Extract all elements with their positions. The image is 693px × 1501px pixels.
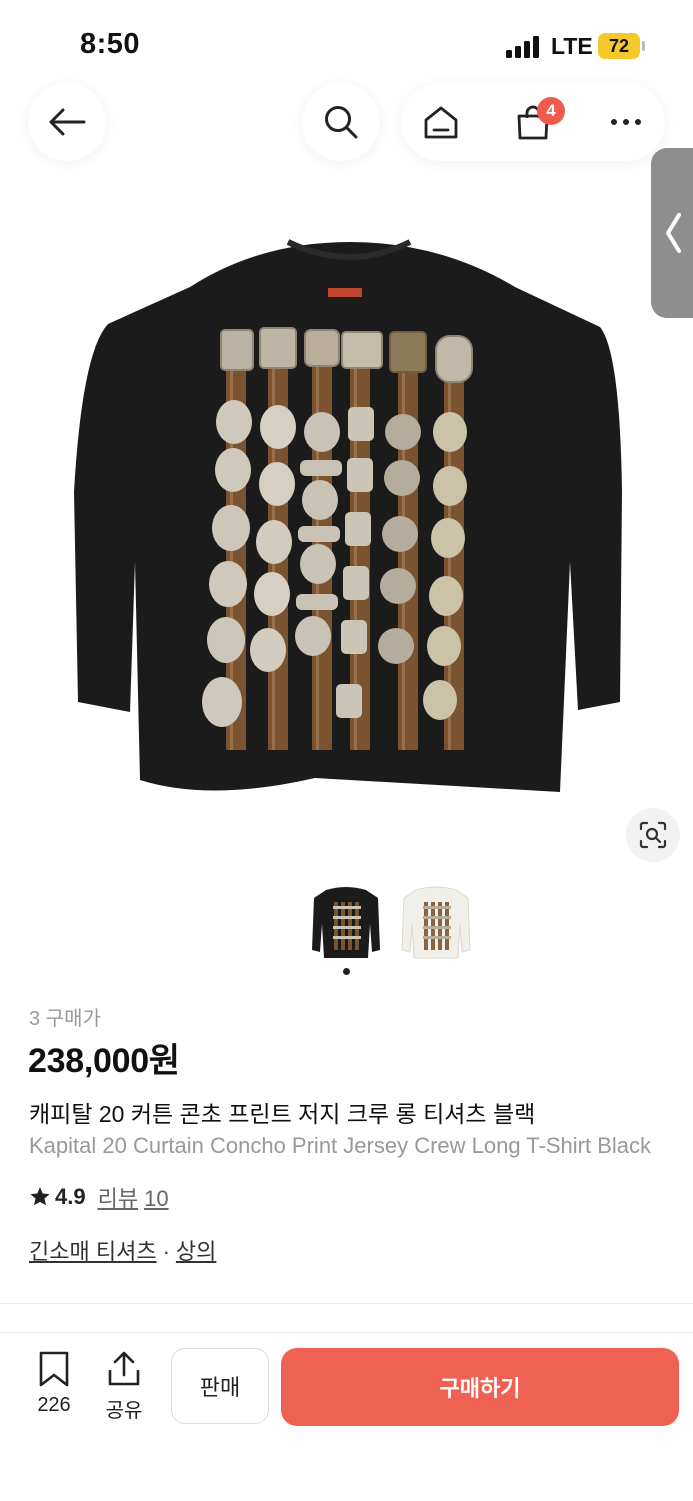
side-panel-tab[interactable] xyxy=(651,148,693,318)
cart-button[interactable] xyxy=(494,83,572,161)
more-horizontal-icon xyxy=(611,119,641,125)
thumbnail-black[interactable] xyxy=(310,884,382,960)
category-breadcrumb: 긴소매 티셔츠 · 상의 xyxy=(29,1234,216,1266)
thumbnail-white[interactable] xyxy=(400,884,472,960)
rating-value: 4.9 xyxy=(55,1184,86,1209)
review-count: 10 xyxy=(144,1186,169,1211)
chevron-left-icon xyxy=(666,213,681,253)
share-label: 공유 xyxy=(105,1400,143,1422)
visual-search-button[interactable] xyxy=(626,808,680,862)
status-bar: 8:50 LTE 72 xyxy=(0,0,693,90)
search-icon xyxy=(325,106,358,139)
product-title-korean: 캐피탈 20 커튼 콘초 프린트 저지 크루 롱 티셔츠 블랙 xyxy=(29,1101,536,1127)
product-image[interactable] xyxy=(60,232,640,822)
review-label: 리뷰 xyxy=(97,1186,139,1211)
more-button[interactable] xyxy=(587,83,665,161)
header-actions: 4 xyxy=(401,83,665,161)
home-icon xyxy=(424,106,458,139)
battery-icon xyxy=(642,41,645,51)
product-price: 238,000원 xyxy=(28,1042,180,1080)
bookmark-count: 226 xyxy=(37,1394,71,1416)
buyer-count: 3 구매가 xyxy=(29,1008,101,1030)
arrow-left-icon xyxy=(49,108,86,136)
bottom-action-bar: 226 공유 판매 구매하기 xyxy=(0,1332,693,1501)
star-icon xyxy=(30,1187,50,1206)
share-button[interactable]: 공유 xyxy=(100,1351,148,1423)
status-time: 8:50 xyxy=(80,28,141,60)
category-main-link[interactable]: 긴소매 티셔츠 xyxy=(29,1239,157,1264)
back-button[interactable] xyxy=(28,83,106,161)
bookmark-button[interactable]: 226 xyxy=(30,1351,78,1417)
review-link[interactable]: 리뷰 10 xyxy=(98,1181,169,1213)
section-divider xyxy=(0,1303,693,1304)
image-thumbnails xyxy=(310,884,480,960)
sell-button[interactable]: 판매 xyxy=(171,1348,269,1424)
rating-row: 4.9 리뷰 10 xyxy=(29,1181,169,1213)
image-pager-indicator xyxy=(343,968,350,975)
search-button[interactable] xyxy=(302,83,380,161)
category-sub-link[interactable]: 상의 xyxy=(176,1239,216,1264)
category-separator: · xyxy=(162,1239,170,1264)
battery-level: 72 xyxy=(598,33,640,59)
cellular-signal-icon xyxy=(506,36,539,58)
buy-button[interactable]: 구매하기 xyxy=(281,1348,679,1426)
cart-count-badge: 4 xyxy=(537,97,565,125)
network-type: LTE xyxy=(551,33,593,59)
share-icon xyxy=(108,1351,140,1386)
product-title-english: Kapital 20 Curtain Concho Print Jersey C… xyxy=(29,1133,651,1158)
home-button[interactable] xyxy=(402,83,480,161)
lens-search-icon xyxy=(639,821,667,849)
bookmark-icon xyxy=(39,1351,69,1387)
